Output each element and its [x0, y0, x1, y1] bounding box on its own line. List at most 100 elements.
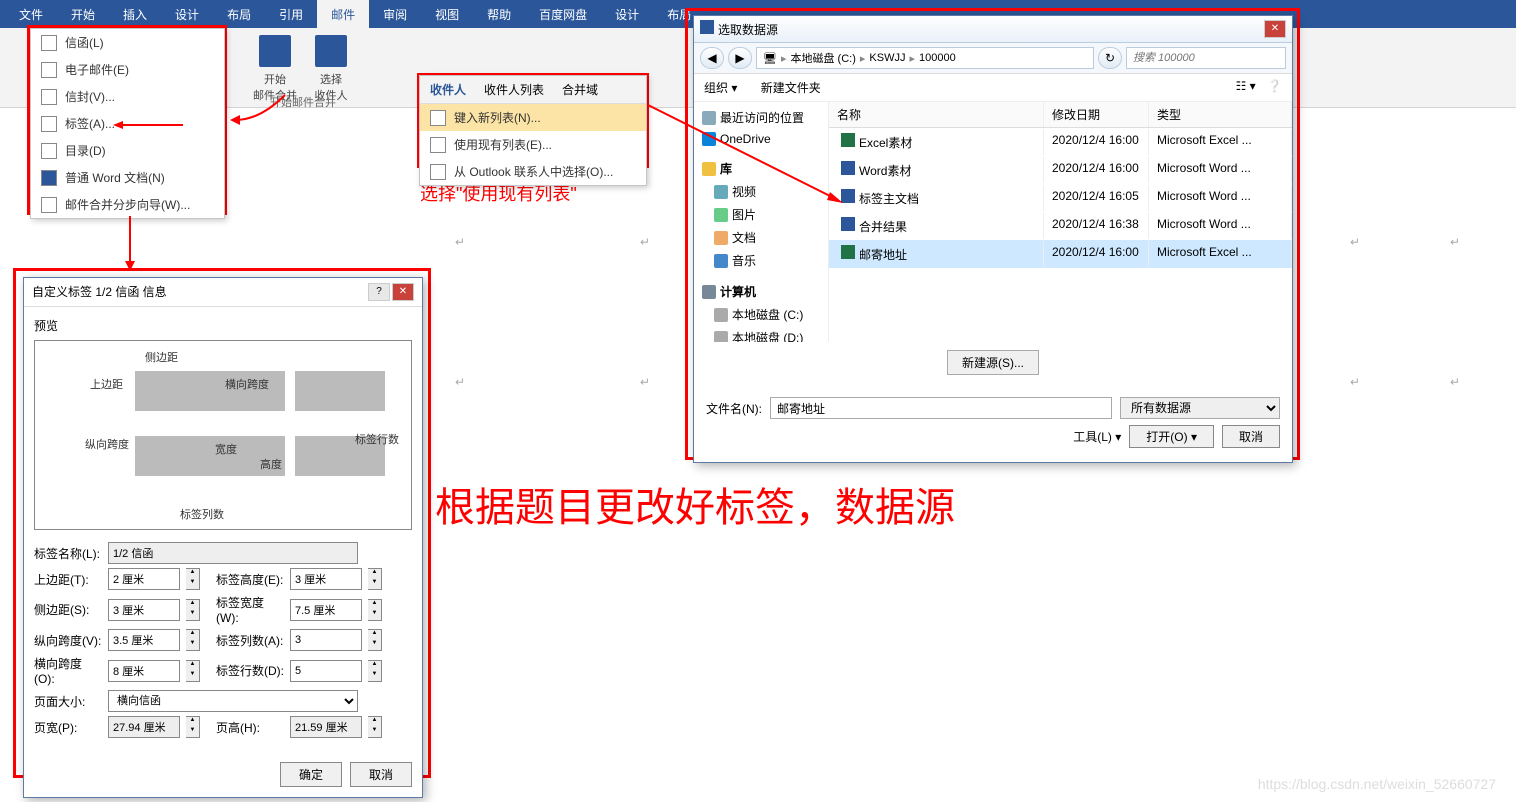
sidebar-documents[interactable]: 文档 — [698, 226, 824, 249]
back-button[interactable]: ◀ — [700, 47, 724, 69]
label-height-input[interactable] — [290, 568, 362, 590]
select-recipients-button[interactable]: 选择 收件人 — [313, 33, 349, 103]
hpitch-input[interactable] — [108, 660, 180, 682]
open-button[interactable]: 打开(O) ▾ — [1129, 425, 1214, 448]
recip-tab-3[interactable]: 合并域 — [558, 79, 602, 100]
spinner[interactable]: ▲▼ — [186, 599, 200, 621]
ok-button[interactable]: 确定 — [280, 762, 342, 787]
filename-input[interactable] — [770, 397, 1112, 419]
close-button[interactable]: ✕ — [1264, 20, 1286, 38]
file-dialog-title: 选取数据源 — [718, 23, 778, 37]
paragraph-mark: ↵ — [1450, 235, 1460, 249]
tab-design2[interactable]: 设计 — [601, 0, 653, 29]
pwidth-input[interactable] — [108, 716, 180, 738]
tools-button[interactable]: 工具(L) ▾ — [1073, 428, 1121, 445]
file-list: 名称 修改日期 类型 Excel素材2020/12/4 16:00Microso… — [829, 102, 1292, 342]
sidebar-computer[interactable]: 计算机 — [698, 280, 824, 303]
spinner[interactable]: ▲▼ — [368, 599, 382, 621]
col-date[interactable]: 修改日期 — [1044, 102, 1149, 127]
tab-view[interactable]: 视图 — [421, 0, 473, 29]
paragraph-mark: ↵ — [1450, 375, 1460, 389]
annotation-main: 根据题目更改好标签，数据源 — [435, 475, 955, 533]
side-margin-input[interactable] — [108, 599, 180, 621]
vpitch-input[interactable] — [108, 629, 180, 651]
music-icon — [714, 254, 728, 268]
menu-outlook-contacts[interactable]: 从 Outlook 联系人中选择(O)... — [420, 158, 646, 185]
paragraph-mark: ↵ — [1350, 375, 1360, 389]
wizard-icon — [41, 197, 57, 213]
file-row[interactable]: 邮寄地址2020/12/4 16:00Microsoft Excel ... — [829, 240, 1292, 268]
spinner[interactable]: ▲▼ — [186, 716, 200, 738]
view-button[interactable]: ☷ ▾ — [1236, 79, 1256, 93]
new-source-button[interactable]: 新建源(S)... — [947, 350, 1039, 375]
letter-icon — [41, 35, 57, 51]
spinner[interactable]: ▲▼ — [368, 629, 382, 651]
menu-use-existing-list[interactable]: 使用现有列表(E)... — [420, 131, 646, 158]
pagesize-select[interactable]: 横向信函 — [108, 690, 358, 712]
menu-letters[interactable]: 信函(L) — [31, 29, 224, 56]
breadcrumb[interactable]: 🖥▸ 本地磁盘 (C:)▸ KSWJJ▸ 100000 — [756, 47, 1094, 69]
sidebar-disk-c[interactable]: 本地磁盘 (C:) — [698, 303, 824, 326]
filter-select[interactable]: 所有数据源 — [1120, 397, 1280, 419]
word-icon — [841, 217, 855, 231]
word-icon — [41, 170, 57, 186]
label-name-input[interactable] — [108, 542, 358, 564]
menu-envelopes[interactable]: 信封(V)... — [31, 83, 224, 110]
file-row[interactable]: Excel素材2020/12/4 16:00Microsoft Excel ..… — [829, 128, 1292, 156]
cols-input[interactable] — [290, 629, 362, 651]
tab-mailings[interactable]: 邮件 — [317, 0, 369, 29]
spinner[interactable]: ▲▼ — [368, 716, 382, 738]
refresh-button[interactable]: ↻ — [1098, 47, 1122, 69]
tab-review[interactable]: 审阅 — [369, 0, 421, 29]
top-margin-input[interactable] — [108, 568, 180, 590]
cancel-button[interactable]: 取消 — [1222, 425, 1280, 448]
file-row[interactable]: 合并结果2020/12/4 16:38Microsoft Word ... — [829, 212, 1292, 240]
start-mail-merge-button[interactable]: 开始 邮件合并 — [253, 33, 297, 103]
spinner[interactable]: ▲▼ — [186, 660, 200, 682]
tab-baidu[interactable]: 百度网盘 — [525, 0, 601, 29]
directory-icon — [41, 143, 57, 159]
existing-list-icon — [430, 137, 446, 153]
paragraph-mark: ↵ — [640, 375, 650, 389]
help-button[interactable]: ❔ — [1267, 79, 1282, 93]
help-button[interactable]: ? — [368, 283, 390, 301]
rows-input[interactable] — [290, 660, 362, 682]
menu-wizard[interactable]: 邮件合并分步向导(W)... — [31, 191, 224, 218]
forward-button[interactable]: ▶ — [728, 47, 752, 69]
dialog-titlebar[interactable]: 自定义标签 1/2 信函 信息 ? ✕ — [24, 278, 422, 307]
label-width-input[interactable] — [290, 599, 362, 621]
file-dialog-titlebar[interactable]: 选取数据源 ✕ — [694, 16, 1292, 43]
spinner[interactable]: ▲▼ — [368, 660, 382, 682]
spinner[interactable]: ▲▼ — [186, 629, 200, 651]
computer-icon: 🖥 — [763, 52, 777, 65]
new-folder-button[interactable]: 新建文件夹 — [761, 81, 821, 95]
cancel-button[interactable]: 取消 — [350, 762, 412, 787]
sidebar-music[interactable]: 音乐 — [698, 249, 824, 272]
paragraph-mark: ↵ — [455, 375, 465, 389]
recip-tab-1[interactable]: 收件人 — [426, 79, 470, 100]
menu-email[interactable]: 电子邮件(E) — [31, 56, 224, 83]
arrow-down — [122, 216, 138, 276]
sidebar-disk-d[interactable]: 本地磁盘 (D:) — [698, 326, 824, 342]
menu-type-new-list[interactable]: 键入新列表(N)... — [420, 104, 646, 131]
menu-directory[interactable]: 目录(D) — [31, 137, 224, 164]
close-button[interactable]: ✕ — [392, 283, 414, 301]
doc-icon — [714, 231, 728, 245]
menu-normal-doc[interactable]: 普通 Word 文档(N) — [31, 164, 224, 191]
col-type[interactable]: 类型 — [1149, 102, 1292, 127]
recip-tab-2[interactable]: 收件人列表 — [480, 79, 548, 100]
search-input[interactable] — [1126, 47, 1286, 69]
mail-merge-icon — [259, 35, 291, 67]
tab-help[interactable]: 帮助 — [473, 0, 525, 29]
pheight-input[interactable] — [290, 716, 362, 738]
arrow-to-labels — [113, 118, 183, 136]
spinner[interactable]: ▲▼ — [368, 568, 382, 590]
tab-references[interactable]: 引用 — [265, 0, 317, 29]
file-row[interactable]: Word素材2020/12/4 16:00Microsoft Word ... — [829, 156, 1292, 184]
recip-tabs: 收件人 收件人列表 合并域 — [420, 76, 646, 104]
file-row[interactable]: 标签主文档2020/12/4 16:05Microsoft Word ... — [829, 184, 1292, 212]
email-icon — [41, 62, 57, 78]
organize-button[interactable]: 组织 ▾ — [704, 81, 737, 95]
spinner[interactable]: ▲▼ — [186, 568, 200, 590]
col-name[interactable]: 名称 — [829, 102, 1044, 127]
